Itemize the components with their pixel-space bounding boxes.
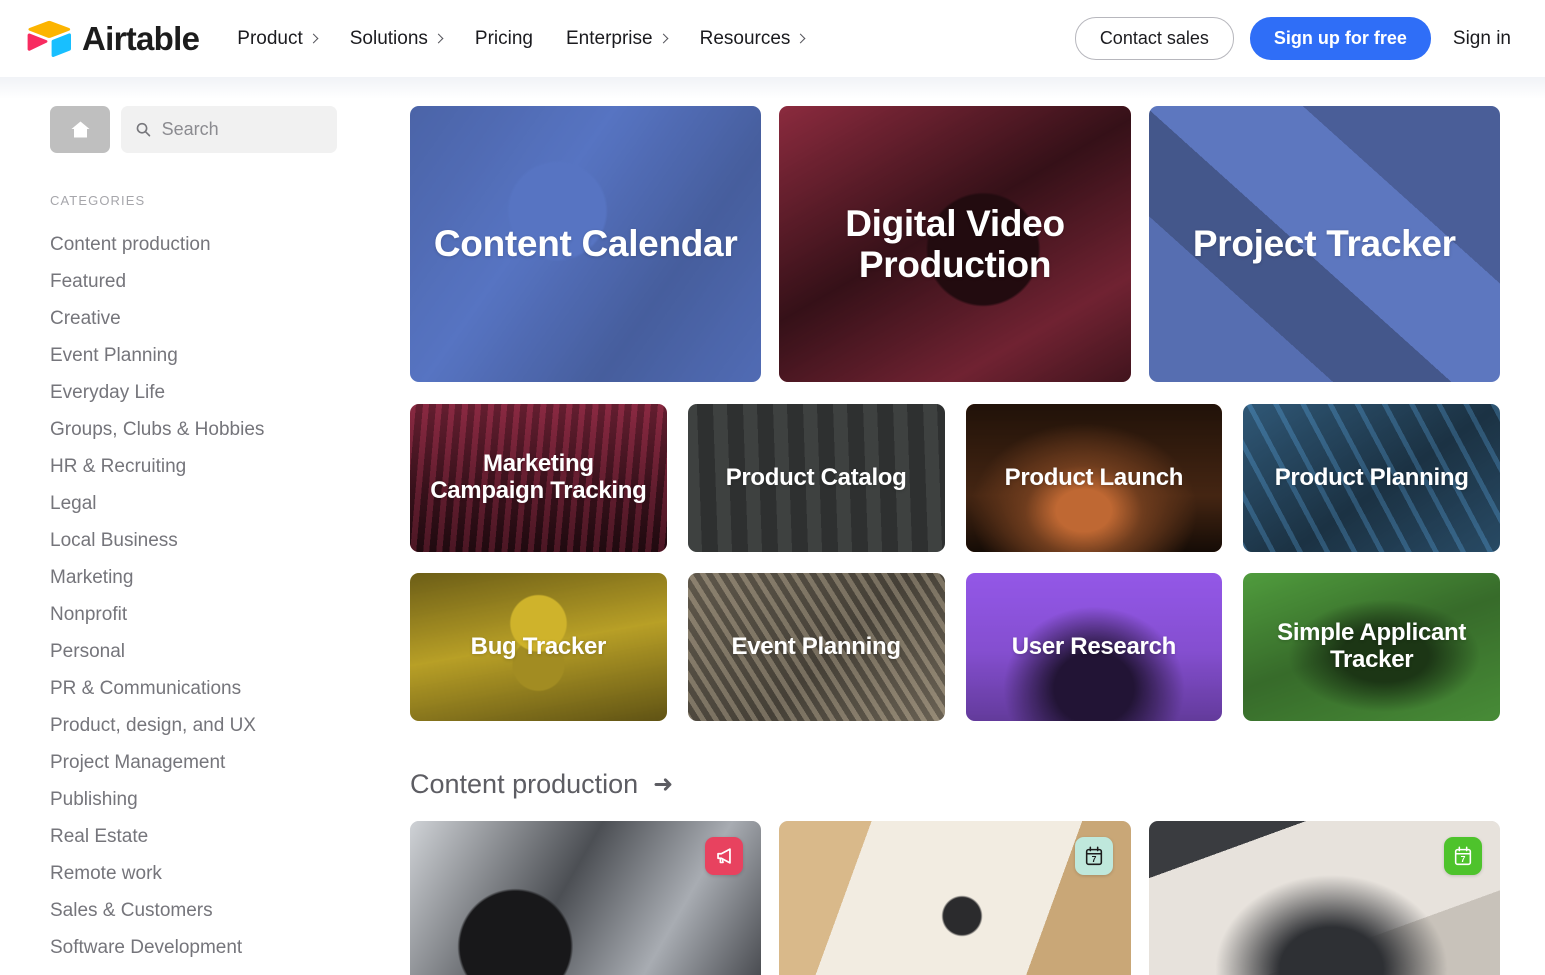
badge-calendar-mint: 7 <box>1074 837 1113 875</box>
sidebar-item-software-development[interactable]: Software Development <box>50 929 400 966</box>
template-card-simple-applicant-tracker[interactable]: Simple Applicant Tracker <box>1243 573 1500 721</box>
brand-name: Airtable <box>82 20 200 57</box>
sidebar-item-everyday-life[interactable]: Everyday Life <box>50 374 400 411</box>
sidebar-item-remote-work[interactable]: Remote work <box>50 855 400 892</box>
sidebar-item-personal[interactable]: Personal <box>50 633 400 670</box>
template-card-product-launch[interactable]: Product Launch <box>965 404 1223 552</box>
calendar-icon: 7 <box>1085 846 1102 865</box>
badge-megaphone <box>705 837 744 875</box>
template-card-3[interactable]: 7 <box>1148 821 1500 975</box>
search-icon <box>136 122 151 137</box>
arrow-right-icon: ➜ <box>653 770 674 798</box>
template-card-digital-video-production[interactable]: Digital Video Production <box>779 106 1131 382</box>
template-card-product-planning[interactable]: Product Planning <box>1243 404 1500 552</box>
nav-label: Solutions <box>349 27 428 49</box>
sidebar-item-sales-customers[interactable]: Sales & Customers <box>50 892 400 929</box>
contact-sales-button[interactable]: Contact sales <box>1074 17 1234 60</box>
nav-label: Product <box>237 27 303 49</box>
airtable-logo-icon <box>27 20 71 57</box>
search-box[interactable] <box>121 106 337 153</box>
sidebar-item-pr-communications[interactable]: PR & Communications <box>50 670 400 707</box>
chevron-right-icon <box>308 33 319 43</box>
card-title: Content Calendar <box>433 223 738 265</box>
card-title: Product Planning <box>1274 463 1469 491</box>
sign-up-button[interactable]: Sign up for free <box>1249 17 1431 60</box>
template-card-marketing-campaign-tracking[interactable]: Marketing Campaign Tracking <box>410 404 667 552</box>
section-header-content-production[interactable]: Content production ➜ <box>410 769 1500 800</box>
template-card-user-research[interactable]: User Research <box>965 573 1223 721</box>
card-title: Event Planning <box>731 632 901 660</box>
categories-heading: CATEGORIES <box>50 193 146 208</box>
template-card-project-tracker[interactable]: Project Tracker <box>1148 106 1500 382</box>
template-card-2[interactable]: 7 <box>779 821 1131 975</box>
main-nav: Product Solutions Pricing Enterprise Res… <box>237 28 1075 50</box>
sidebar-item-publishing[interactable]: Publishing <box>50 781 400 818</box>
sidebar-item-local-business[interactable]: Local Business <box>50 522 400 559</box>
megaphone-icon <box>717 848 732 864</box>
chevron-right-icon <box>658 33 669 43</box>
template-card-1[interactable] <box>410 821 762 975</box>
template-card-content-calendar[interactable]: Content Calendar <box>410 106 762 382</box>
home-icon <box>71 121 89 138</box>
chevron-right-icon <box>433 33 444 43</box>
card-title: Project Tracker <box>1192 223 1456 265</box>
sign-in-link[interactable]: Sign in <box>1453 28 1511 50</box>
sidebar-item-nonprofit[interactable]: Nonprofit <box>50 596 400 633</box>
sidebar-item-groups-clubs-hobbies[interactable]: Groups, Clubs & Hobbies <box>50 411 400 448</box>
badge-calendar-green: 7 <box>1444 837 1482 875</box>
sidebar-item-featured[interactable]: Featured <box>50 263 400 300</box>
nav-label: Resources <box>699 27 791 49</box>
card-title: Product Catalog <box>725 463 907 491</box>
card-title: Marketing Campaign Tracking <box>430 450 647 504</box>
sidebar-item-product-design-ux[interactable]: Product, design, and UX <box>50 707 400 744</box>
site-header: Airtable Product Solutions Pricing Enter… <box>0 0 1545 77</box>
sidebar-item-project-management[interactable]: Project Management <box>50 744 400 781</box>
card-title: Bug Tracker <box>470 632 607 660</box>
categories-list: Content production Featured Creative Eve… <box>50 226 400 966</box>
template-card-product-catalog[interactable]: Product Catalog <box>687 404 945 552</box>
nav-item-product[interactable]: Product <box>237 27 319 50</box>
sidebar-item-legal[interactable]: Legal <box>50 485 400 522</box>
nav-item-solutions[interactable]: Solutions <box>349 27 444 50</box>
card-title: Simple Applicant Tracker <box>1277 619 1467 673</box>
nav-item-resources[interactable]: Resources <box>699 27 806 50</box>
home-button[interactable] <box>50 106 110 153</box>
card-title: Product Launch <box>1004 463 1184 491</box>
chevron-right-icon <box>795 33 806 43</box>
search-input[interactable] <box>161 119 322 140</box>
featured-large-grid: Content Calendar Digital Video Productio… <box>410 106 1500 382</box>
section-title: Content production <box>410 769 639 799</box>
sidebar-item-hr-recruiting[interactable]: HR & Recruiting <box>50 448 400 485</box>
svg-text:7: 7 <box>1091 854 1096 864</box>
airtable-logo-link[interactable]: Airtable <box>26 19 200 59</box>
nav-label: Pricing <box>474 27 533 49</box>
sidebar-item-real-estate[interactable]: Real Estate <box>50 818 400 855</box>
template-card-bug-tracker[interactable]: Bug Tracker <box>410 573 667 721</box>
template-card-event-planning[interactable]: Event Planning <box>687 573 945 721</box>
nav-item-pricing[interactable]: Pricing <box>475 28 533 50</box>
sidebar-top <box>50 106 400 153</box>
sidebar-item-event-planning[interactable]: Event Planning <box>50 337 400 374</box>
nav-label: Enterprise <box>566 27 653 49</box>
card-title: User Research <box>1011 632 1177 660</box>
card-title: Digital Video Production <box>845 202 1065 285</box>
nav-item-enterprise[interactable]: Enterprise <box>566 27 669 50</box>
featured-medium-grid: Marketing Campaign Tracking Product Cata… <box>410 404 1500 721</box>
sidebar: CATEGORIES Content production Featured C… <box>0 77 400 975</box>
page-body: CATEGORIES Content production Featured C… <box>0 77 1545 975</box>
content-production-grid: 7 7 <box>410 821 1500 975</box>
main-content: Content Calendar Digital Video Productio… <box>400 77 1545 975</box>
calendar-icon: 7 <box>1454 846 1472 865</box>
svg-text:7: 7 <box>1461 854 1466 864</box>
sidebar-item-marketing[interactable]: Marketing <box>50 559 400 596</box>
sidebar-item-content-production[interactable]: Content production <box>50 226 400 263</box>
sidebar-item-creative[interactable]: Creative <box>50 300 400 337</box>
header-actions: Contact sales Sign up for free Sign in <box>1074 17 1519 60</box>
